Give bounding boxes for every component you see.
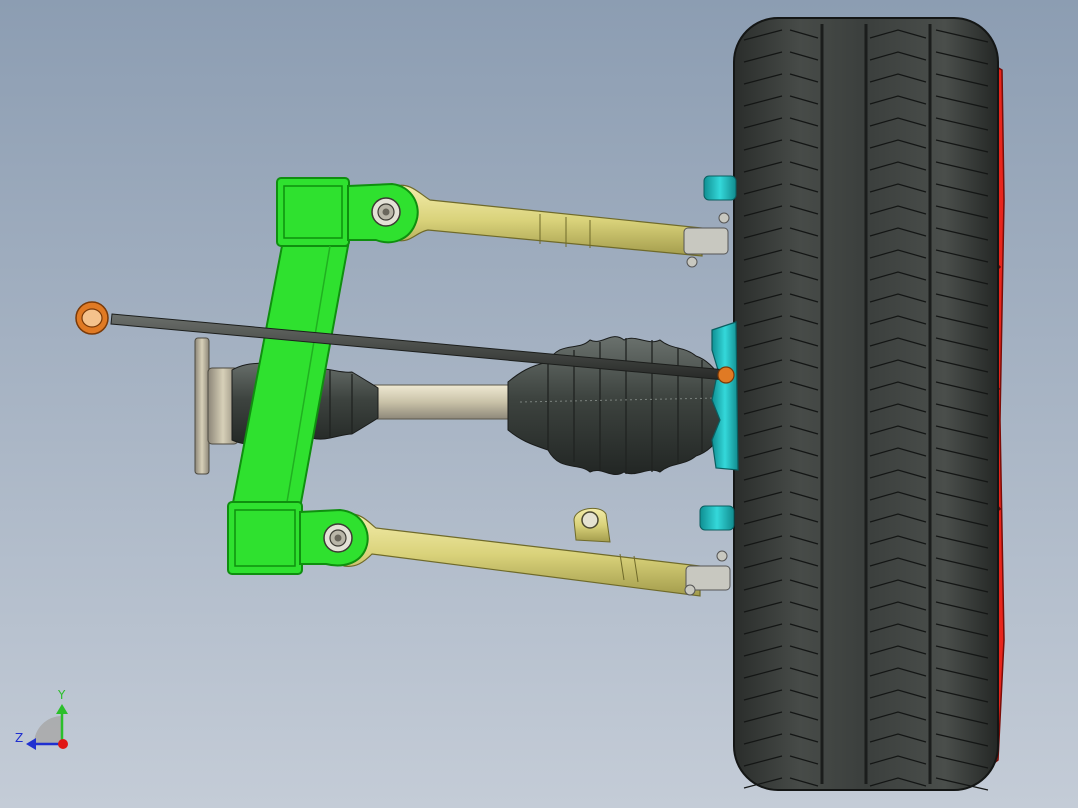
subframe[interactable] xyxy=(227,177,419,575)
lower-control-arm[interactable] xyxy=(343,507,731,597)
lower-arm-pivot-bolt[interactable] xyxy=(323,523,353,553)
view-orientation-triad xyxy=(26,704,68,750)
drive-shaft[interactable] xyxy=(369,384,521,420)
wheel-tire[interactable] xyxy=(733,17,999,791)
cad-viewport[interactable]: Y Z xyxy=(0,0,1078,808)
suspension-assembly-model[interactable] xyxy=(0,0,1078,808)
upper-control-arm[interactable] xyxy=(395,184,730,268)
triad-y-label: Y xyxy=(58,688,66,702)
upper-arm-pivot-bolt[interactable] xyxy=(371,197,401,227)
triad-z-label: Z xyxy=(15,731,24,745)
